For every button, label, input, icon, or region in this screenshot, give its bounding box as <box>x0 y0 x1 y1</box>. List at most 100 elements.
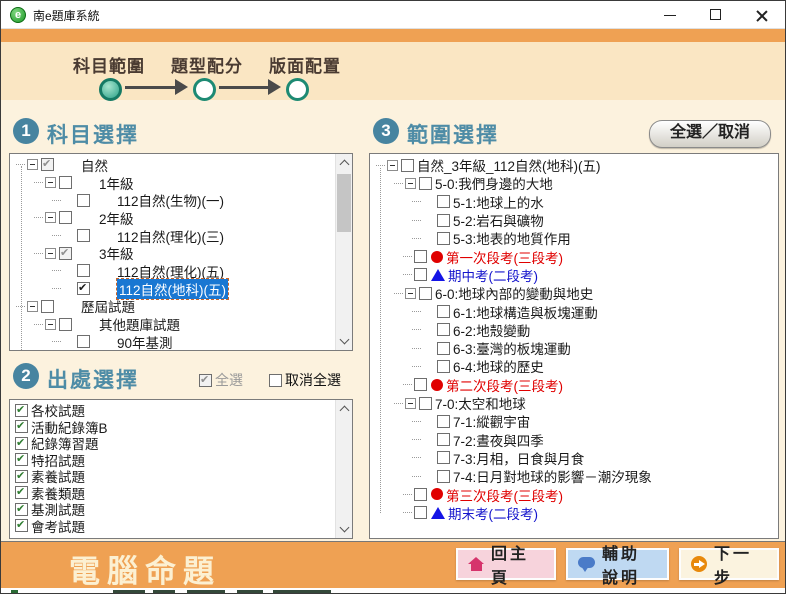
tree-node[interactable]: 112自然(地科)(五) <box>12 280 334 298</box>
tree-expander-minus-icon[interactable] <box>45 212 56 223</box>
source-item-checkbox[interactable] <box>15 470 28 483</box>
tree-node[interactable]: 第一次段考(三段考) <box>372 247 776 265</box>
tree-checkbox[interactable] <box>59 211 72 224</box>
tree-node[interactable]: 7-0:太空和地球 <box>372 394 776 412</box>
select-all-checkbox[interactable] <box>199 374 212 387</box>
tree-node[interactable]: 歷屆試題 <box>12 298 334 316</box>
tree-node[interactable]: 7-4:日月對地球的影響－潮汐現象 <box>372 467 776 485</box>
tree-checkbox[interactable] <box>437 323 450 336</box>
tree-node[interactable]: 5-3:地表的地質作用 <box>372 229 776 247</box>
tree-node[interactable]: 5-0:我們身邊的大地 <box>372 174 776 192</box>
tree-node-label[interactable]: 5-1:地球上的水 <box>453 192 544 212</box>
tree-expander-minus-icon[interactable] <box>405 398 416 409</box>
tree-node[interactable]: 7-1:縱觀宇宙 <box>372 412 776 430</box>
tree-node[interactable]: 5-1:地球上的水 <box>372 193 776 211</box>
tree-node-label[interactable]: 6-1:地球構造與板塊運動 <box>453 302 598 322</box>
source-list-scrollbar[interactable] <box>335 400 352 538</box>
tree-checkbox[interactable] <box>437 470 450 483</box>
tree-checkbox[interactable] <box>419 177 432 190</box>
tree-expander-minus-icon[interactable] <box>27 301 38 312</box>
tree-node[interactable]: 112自然(理化)(五) <box>12 262 334 280</box>
close-button[interactable] <box>739 1 785 29</box>
help-button[interactable]: 輔助說明 <box>566 548 669 580</box>
scroll-up-icon[interactable] <box>340 406 350 416</box>
tree-checkbox[interactable] <box>437 415 450 428</box>
select-all-control[interactable]: 全選 <box>199 370 243 390</box>
source-item-checkbox[interactable] <box>15 453 28 466</box>
tree-checkbox[interactable] <box>77 194 90 207</box>
tree-checkbox[interactable] <box>401 159 414 172</box>
tree-node[interactable]: 第三次段考(三段考) <box>372 485 776 503</box>
next-step-button[interactable]: 下一步 <box>679 548 779 580</box>
tree-checkbox[interactable] <box>437 360 450 373</box>
tree-checkbox[interactable] <box>77 264 90 277</box>
tree-checkbox[interactable] <box>437 433 450 446</box>
tree-node-label[interactable]: 5-0:我們身邊的大地 <box>435 173 553 193</box>
tree-checkbox[interactable] <box>77 335 90 348</box>
stepper-step-label[interactable]: 版面配置 <box>269 52 341 77</box>
stepper-step-circle[interactable] <box>193 78 216 101</box>
deselect-all-checkbox[interactable] <box>269 374 282 387</box>
tree-node-label[interactable]: 7-4:日月對地球的影響－潮汐現象 <box>453 466 652 486</box>
source-item-checkbox[interactable] <box>15 519 28 532</box>
tree-node[interactable]: 6-3:臺灣的板塊運動 <box>372 339 776 357</box>
source-item-checkbox[interactable] <box>15 437 28 450</box>
tree-node[interactable]: 6-4:地球的歷史 <box>372 357 776 375</box>
stepper-step-circle[interactable] <box>286 78 309 101</box>
tree-node[interactable]: 第二次段考(三段考) <box>372 376 776 394</box>
tree-checkbox[interactable] <box>59 247 72 260</box>
tree-node-label[interactable]: 第一次段考(三段考) <box>446 247 563 267</box>
tree-checkbox[interactable] <box>41 300 54 313</box>
tree-checkbox[interactable] <box>59 176 72 189</box>
scroll-down-icon[interactable] <box>340 335 350 345</box>
tree-node-label[interactable]: 6-2:地殼變動 <box>453 320 530 340</box>
tree-node[interactable]: 自然_3年級_112自然(地科)(五) <box>372 156 776 174</box>
tree-checkbox[interactable] <box>414 250 427 263</box>
tree-node[interactable]: 5-2:岩石與礦物 <box>372 211 776 229</box>
tree-node[interactable]: 112自然(理化)(三) <box>12 227 334 245</box>
tree-checkbox[interactable] <box>437 305 450 318</box>
tree-node-label[interactable]: 90年基測 <box>117 332 173 351</box>
tree-node[interactable]: 6-2:地殼變動 <box>372 321 776 339</box>
source-item-checkbox[interactable] <box>15 486 28 499</box>
tree-node-label[interactable]: 期中考(二段考) <box>448 265 538 285</box>
tree-expander-minus-icon[interactable] <box>45 319 56 330</box>
tree-expander-minus-icon[interactable] <box>405 288 416 299</box>
tree-checkbox[interactable] <box>77 282 90 295</box>
tree-expander-minus-icon[interactable] <box>45 248 56 259</box>
tree-node-label[interactable]: 第二次段考(三段考) <box>446 375 563 395</box>
tree-expander-minus-icon[interactable] <box>45 177 56 188</box>
source-item-checkbox[interactable] <box>15 420 28 433</box>
scrollbar-thumb[interactable] <box>337 174 351 232</box>
source-item-checkbox[interactable] <box>15 503 28 516</box>
tree-node[interactable]: 90年基測 <box>12 333 334 351</box>
tree-node[interactable]: 6-1:地球構造與板塊運動 <box>372 302 776 320</box>
tree-checkbox[interactable] <box>414 506 427 519</box>
tree-checkbox[interactable] <box>41 158 54 171</box>
tree-node[interactable]: 1年級 <box>12 174 334 192</box>
tree-checkbox[interactable] <box>77 229 90 242</box>
tree-expander-minus-icon[interactable] <box>387 160 398 171</box>
tree-expander-minus-icon[interactable] <box>405 178 416 189</box>
tree-node[interactable]: 期末考(二段考) <box>372 504 776 522</box>
tree-node[interactable]: 7-2:晝夜與四季 <box>372 430 776 448</box>
tree-node-label[interactable]: 6-3:臺灣的板塊運動 <box>453 338 571 358</box>
tree-node-label[interactable]: 第三次段考(三段考) <box>446 485 563 505</box>
tree-node-label[interactable]: 7-3:月相，日食與月食 <box>453 448 584 468</box>
tree-node-label[interactable]: 5-3:地表的地質作用 <box>453 228 571 248</box>
tree-checkbox[interactable] <box>437 214 450 227</box>
tree-checkbox[interactable] <box>437 195 450 208</box>
tree-node-label[interactable]: 5-2:岩石與礦物 <box>453 210 544 230</box>
tree-checkbox[interactable] <box>419 397 432 410</box>
source-list-item[interactable]: 會考試題 <box>12 518 334 535</box>
source-item-checkbox[interactable] <box>15 404 28 417</box>
tree-node-label[interactable]: 自然_3年級_112自然(地科)(五) <box>417 155 601 175</box>
tree-node[interactable]: 3年級 <box>12 244 334 262</box>
maximize-button[interactable] <box>693 1 739 29</box>
stepper-step-circle[interactable] <box>99 78 122 101</box>
tree-node[interactable]: 其他題庫試題 <box>12 315 334 333</box>
tree-node[interactable]: 7-3:月相，日食與月食 <box>372 449 776 467</box>
tree-checkbox[interactable] <box>437 342 450 355</box>
deselect-all-control[interactable]: 取消全選 <box>269 370 341 390</box>
tree-node-label[interactable]: 7-0:太空和地球 <box>435 393 526 413</box>
